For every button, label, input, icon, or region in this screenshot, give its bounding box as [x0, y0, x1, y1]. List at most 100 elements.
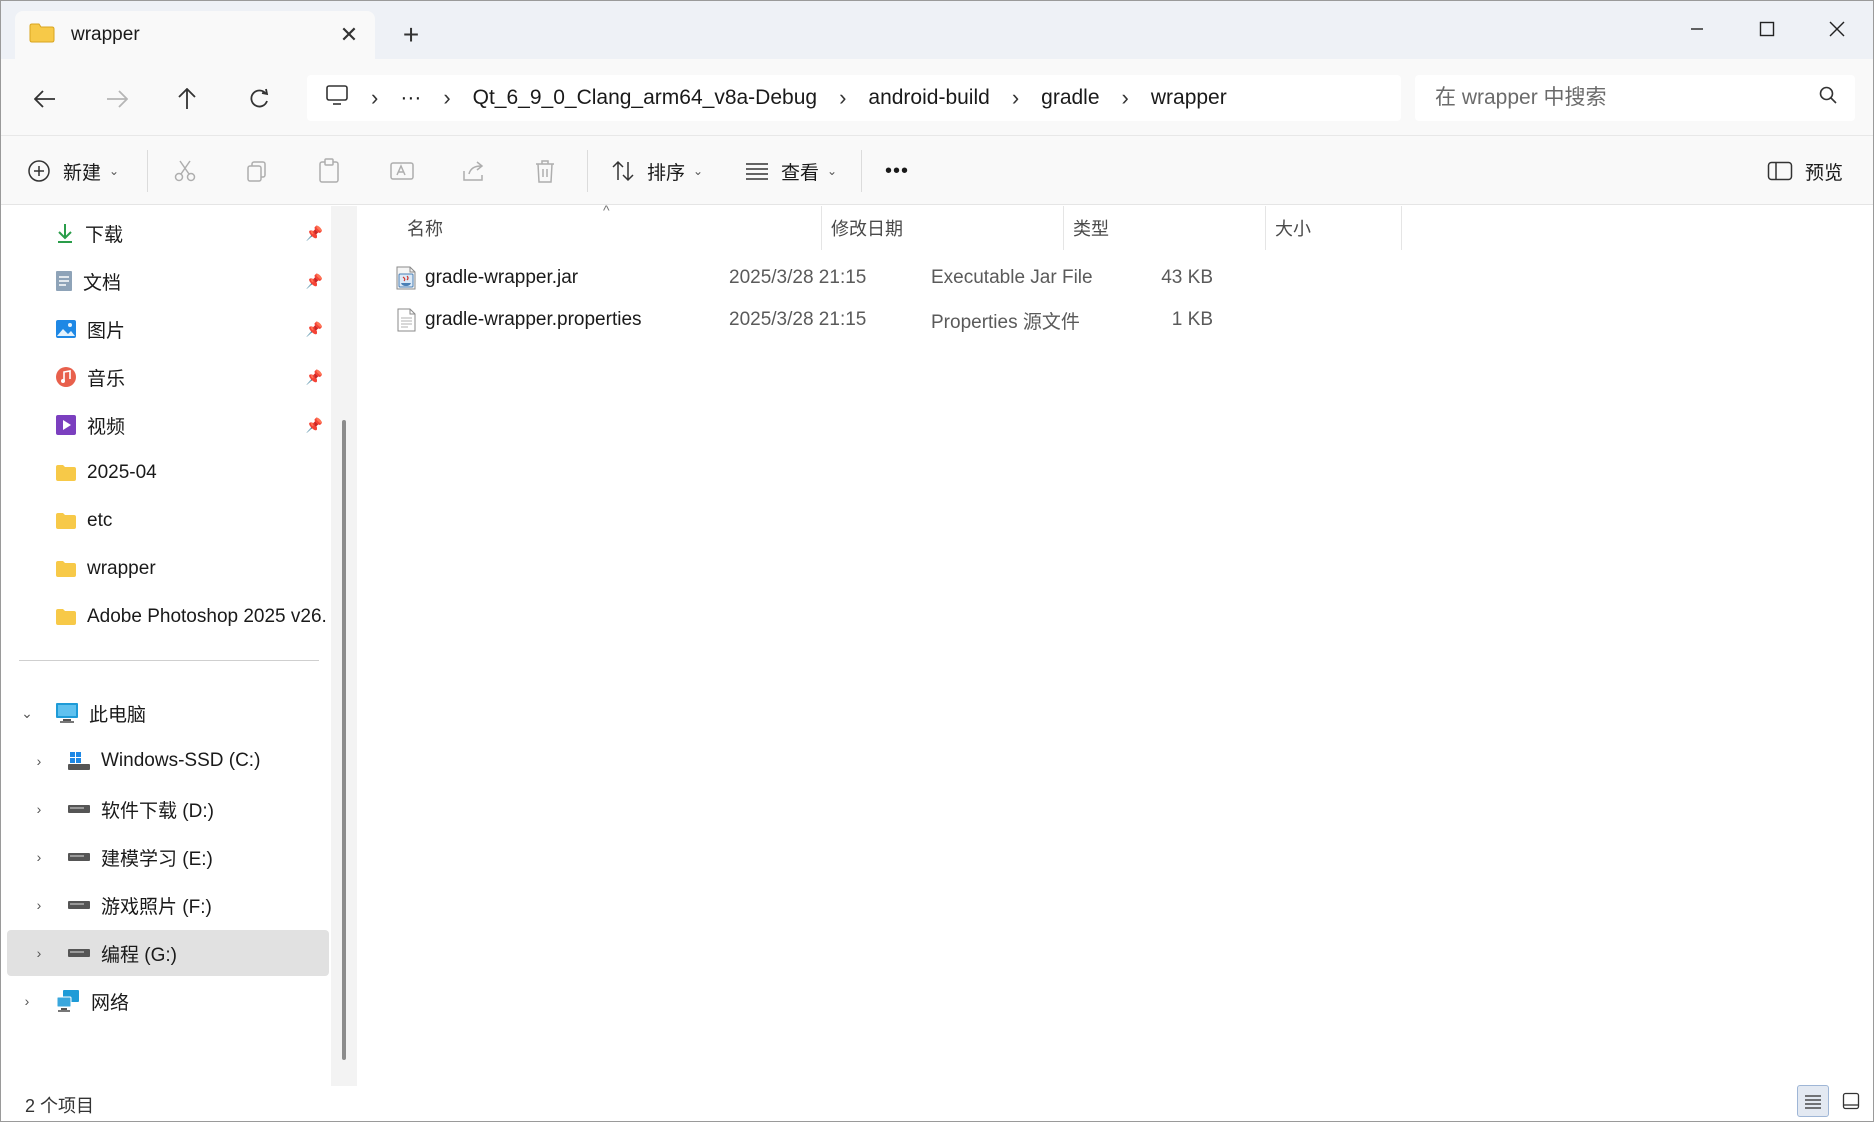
- maximize-button[interactable]: [1737, 9, 1797, 49]
- monitor-icon[interactable]: [325, 84, 349, 112]
- sidebar-item-downloads[interactable]: 下载 📌: [7, 210, 329, 256]
- column-divider[interactable]: [1265, 206, 1266, 250]
- sort-ascending-icon: ^: [603, 202, 610, 218]
- column-header-type[interactable]: 类型: [1073, 206, 1109, 250]
- table-row[interactable]: gradle-wrapper.properties 2025/3/28 21:1…: [383, 300, 1753, 340]
- address-bar[interactable]: › ··· › Qt_6_9_0_Clang_arm64_v8a-Debug ›…: [307, 75, 1401, 121]
- new-tab-button[interactable]: +: [395, 19, 427, 51]
- view-button[interactable]: 查看 ⌄: [745, 150, 837, 192]
- search-input[interactable]: [1435, 86, 1819, 110]
- preview-pane-button[interactable]: 预览: [1767, 150, 1843, 192]
- divider: [587, 150, 588, 192]
- paste-button[interactable]: [317, 150, 341, 192]
- back-button[interactable]: [23, 79, 67, 119]
- rename-icon: [390, 162, 414, 180]
- sidebar-item-network[interactable]: › 网络: [7, 978, 329, 1024]
- rename-button[interactable]: [389, 150, 415, 192]
- pin-icon[interactable]: 📌: [306, 369, 323, 386]
- preview-pane-icon: [1767, 161, 1793, 181]
- refresh-button[interactable]: [237, 79, 281, 119]
- document-icon: [56, 271, 72, 291]
- breadcrumb-gradle[interactable]: gradle: [1041, 86, 1099, 110]
- pin-icon[interactable]: 📌: [306, 321, 323, 338]
- pin-icon[interactable]: 📌: [306, 225, 323, 242]
- breadcrumb-android-build[interactable]: android-build: [868, 86, 989, 110]
- copy-button[interactable]: [245, 150, 269, 192]
- chevron-right-icon[interactable]: ›: [1012, 85, 1019, 111]
- forward-button[interactable]: [95, 79, 139, 119]
- drive-icon: [68, 901, 90, 909]
- column-divider[interactable]: [1401, 206, 1402, 250]
- sidebar-item-2025-04[interactable]: 2025-04: [7, 450, 329, 496]
- chevron-right-icon[interactable]: ›: [839, 85, 846, 111]
- share-button[interactable]: [461, 150, 487, 192]
- chevron-right-icon[interactable]: ›: [1122, 85, 1129, 111]
- sort-button[interactable]: 排序 ⌄: [611, 150, 703, 192]
- tab-wrapper[interactable]: wrapper ✕: [15, 11, 375, 59]
- sidebar-scrollbar[interactable]: [331, 206, 357, 1086]
- new-button[interactable]: 新建 ⌄: [27, 150, 119, 192]
- tab-close-button[interactable]: ✕: [337, 22, 361, 48]
- column-header-size[interactable]: 大小: [1275, 206, 1311, 250]
- close-window-button[interactable]: [1807, 9, 1867, 49]
- sidebar-item-music[interactable]: 音乐 📌: [7, 354, 329, 400]
- sidebar-item-this-pc[interactable]: ⌄ 此电脑: [7, 690, 329, 736]
- sidebar-item-pictures[interactable]: 图片 📌: [7, 306, 329, 352]
- breadcrumb-overflow[interactable]: ···: [400, 86, 421, 110]
- chevron-right-icon[interactable]: ›: [443, 85, 450, 111]
- column-divider[interactable]: [1063, 206, 1064, 250]
- sort-label: 排序: [647, 162, 686, 184]
- minimize-icon: [1691, 28, 1703, 30]
- chevron-right-icon[interactable]: ›: [29, 897, 49, 913]
- pin-icon[interactable]: 📌: [306, 273, 323, 290]
- details-view-icon: [1805, 1095, 1821, 1109]
- search-box[interactable]: [1415, 75, 1855, 121]
- up-button[interactable]: [165, 79, 209, 119]
- maximize-icon: [1759, 21, 1775, 37]
- sidebar-item-label: wrapper: [87, 558, 156, 579]
- column-header-date[interactable]: 修改日期: [831, 206, 903, 250]
- folder-icon: [56, 465, 76, 481]
- sidebar-item-drive-g[interactable]: › 编程 (G:): [7, 930, 329, 976]
- more-options-button[interactable]: •••: [885, 150, 909, 192]
- sidebar-item-wrapper[interactable]: wrapper: [7, 546, 329, 592]
- delete-button[interactable]: [533, 150, 557, 192]
- sidebar-item-label: etc: [87, 510, 113, 531]
- sidebar-item-drive-c[interactable]: › Windows-SSD (C:): [7, 738, 329, 784]
- cut-button[interactable]: [173, 150, 197, 192]
- sidebar-item-label: 此电脑: [89, 704, 147, 726]
- chevron-right-icon[interactable]: ›: [29, 801, 49, 817]
- table-row[interactable]: gradle-wrapper.jar 2025/3/28 21:15 Execu…: [383, 258, 1753, 298]
- tiles-view-button[interactable]: [1835, 1085, 1867, 1117]
- breadcrumb-qt-debug[interactable]: Qt_6_9_0_Clang_arm64_v8a-Debug: [473, 86, 817, 110]
- column-divider[interactable]: [821, 206, 822, 250]
- breadcrumb-wrapper[interactable]: wrapper: [1151, 86, 1227, 110]
- sidebar-item-videos[interactable]: 视频 📌: [7, 402, 329, 448]
- sidebar-item-drive-d[interactable]: › 软件下载 (D:): [7, 786, 329, 832]
- computer-icon: [56, 703, 78, 723]
- chevron-right-icon[interactable]: ›: [371, 85, 378, 111]
- pin-icon[interactable]: 📌: [306, 417, 323, 434]
- sidebar-item-etc[interactable]: etc: [7, 498, 329, 544]
- view-label: 查看: [781, 162, 820, 184]
- chevron-down-icon[interactable]: ⌄: [17, 705, 37, 722]
- chevron-right-icon[interactable]: ›: [29, 849, 49, 865]
- sidebar-item-photoshop[interactable]: Adobe Photoshop 2025 v26.: [7, 594, 329, 640]
- sidebar-item-drive-e[interactable]: › 建模学习 (E:): [7, 834, 329, 880]
- sidebar-item-drive-f[interactable]: › 游戏照片 (F:): [7, 882, 329, 928]
- arrow-up-icon: [178, 88, 196, 109]
- scrollbar-thumb[interactable]: [342, 420, 346, 1060]
- title-bar: wrapper ✕ +: [1, 1, 1873, 59]
- minimize-button[interactable]: [1667, 9, 1727, 49]
- details-view-button[interactable]: [1797, 1085, 1829, 1117]
- sidebar-item-label: 2025-04: [87, 462, 157, 483]
- folder-icon: [56, 609, 76, 625]
- chevron-right-icon[interactable]: ›: [17, 993, 37, 1009]
- command-bar: 新建 ⌄ 排序 ⌄ 查看 ⌄ ••• 预览: [1, 135, 1873, 205]
- sidebar-item-documents[interactable]: 文档 📌: [7, 258, 329, 304]
- search-icon[interactable]: [1819, 86, 1837, 110]
- chevron-right-icon[interactable]: ›: [29, 945, 49, 961]
- column-header-name[interactable]: 名称: [407, 206, 443, 250]
- chevron-right-icon[interactable]: ›: [29, 753, 49, 769]
- plus-circle-icon: [28, 160, 50, 182]
